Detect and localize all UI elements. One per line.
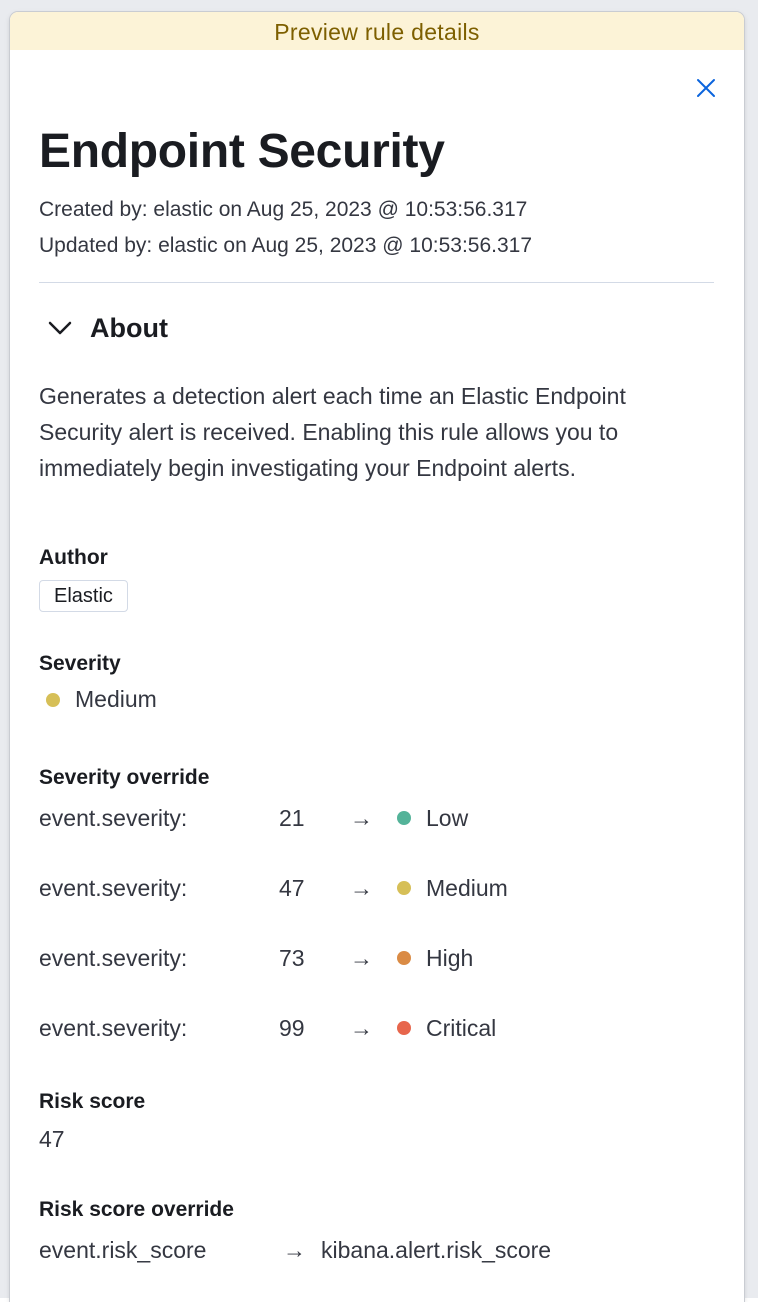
rule-description: Generates a detection alert each time an… [39,383,626,481]
risk-score-target-field: kibana.alert.risk_score [321,1237,552,1263]
severity-medium-dot [397,881,411,895]
header-divider [39,282,714,283]
rule-preview-flyout: Preview rule details Endpoint Security C… [10,12,744,1302]
arrow-right-icon: → [350,1015,373,1041]
arrow-right-icon: → [350,875,373,901]
preview-banner: Preview rule details [10,12,744,50]
override-field: event.severity: [39,1015,188,1041]
risk-score-label: Risk score [39,1090,146,1113]
severity-dot [46,692,60,707]
override-severity: High [426,945,474,971]
override-field: event.severity: [39,805,188,831]
severity-low-dot [397,811,411,825]
author-label: Author [39,546,108,569]
rule-title: Endpoint Security [39,125,445,178]
override-severity: Low [426,805,469,831]
about-section-toggle[interactable]: About [46,310,168,346]
override-value: 47 [279,875,305,901]
risk-score-override-label: Risk score override [39,1198,234,1221]
risk-score-value: 47 [39,1126,65,1152]
override-severity: Critical [426,1015,497,1041]
window-frame: Preview rule details Endpoint Security C… [0,0,758,1302]
override-value: 73 [279,945,305,971]
override-field: event.severity: [39,945,188,971]
severity-label: Severity [39,652,121,675]
severity-high-dot [397,951,411,965]
close-icon[interactable] [693,75,719,101]
severity-override-label: Severity override [39,766,210,789]
arrow-right-icon: → [350,945,373,971]
override-value: 99 [279,1015,305,1041]
severity-critical-dot [397,1021,411,1035]
risk-score-override-row: event.risk_score → kibana.alert.risk_sco… [39,1232,719,1268]
severity-text: Medium [75,686,157,712]
severity-override-row: event.severity: 47 → Medium [39,870,639,906]
risk-score-source-field: event.risk_score [39,1237,207,1263]
about-section-title: About [90,312,168,343]
override-severity: Medium [426,875,508,901]
severity-override-row: event.severity: 21 → Low [39,800,639,836]
severity-override-row: event.severity: 99 → Critical [39,1010,639,1046]
created-by-text: Created by: elastic on Aug 25, 2023 @ 10… [39,198,528,221]
override-field: event.severity: [39,875,188,901]
author-badge: Elastic [39,580,128,612]
arrow-right-icon: → [283,1237,306,1263]
override-value: 21 [279,805,305,831]
chevron-down-icon [48,321,72,335]
severity-value: Medium [46,686,157,713]
severity-override-row: event.severity: 73 → High [39,940,639,976]
updated-by-text: Updated by: elastic on Aug 25, 2023 @ 10… [39,234,533,257]
arrow-right-icon: → [350,805,373,831]
